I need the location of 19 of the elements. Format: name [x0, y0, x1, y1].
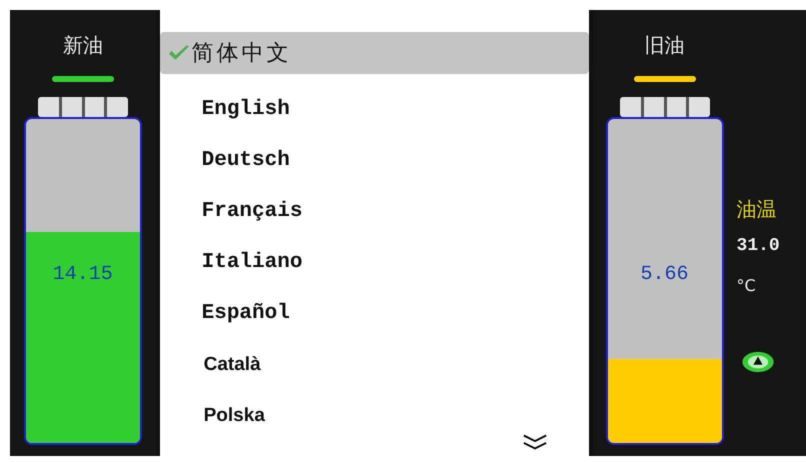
tank-cap-icon [620, 97, 710, 117]
oil-volume-value: 5.66 [640, 263, 690, 286]
tank-title: 旧油 [644, 32, 685, 58]
language-item[interactable]: Deutsch [160, 135, 589, 186]
language-item[interactable]: English [160, 84, 589, 135]
oil-volume-value: 14.15 [52, 263, 114, 286]
scroll-down-icon[interactable] [522, 433, 548, 451]
language-item[interactable]: Català [160, 339, 589, 390]
language-item[interactable]: Italiano [160, 237, 589, 288]
language-item[interactable]: 简体中文 [160, 32, 589, 74]
oil-temp-value: 31.0 [736, 236, 780, 258]
language-item[interactable]: Français [160, 186, 589, 237]
language-item[interactable]: Polska [160, 390, 589, 441]
tank-title: 新油 [62, 32, 103, 58]
oil-temp-label: 油温 [736, 196, 778, 223]
check-icon [168, 44, 190, 62]
tank-cap-icon [38, 97, 128, 117]
temp-unit: °C [736, 276, 757, 295]
language-item[interactable]: Español [160, 288, 589, 339]
